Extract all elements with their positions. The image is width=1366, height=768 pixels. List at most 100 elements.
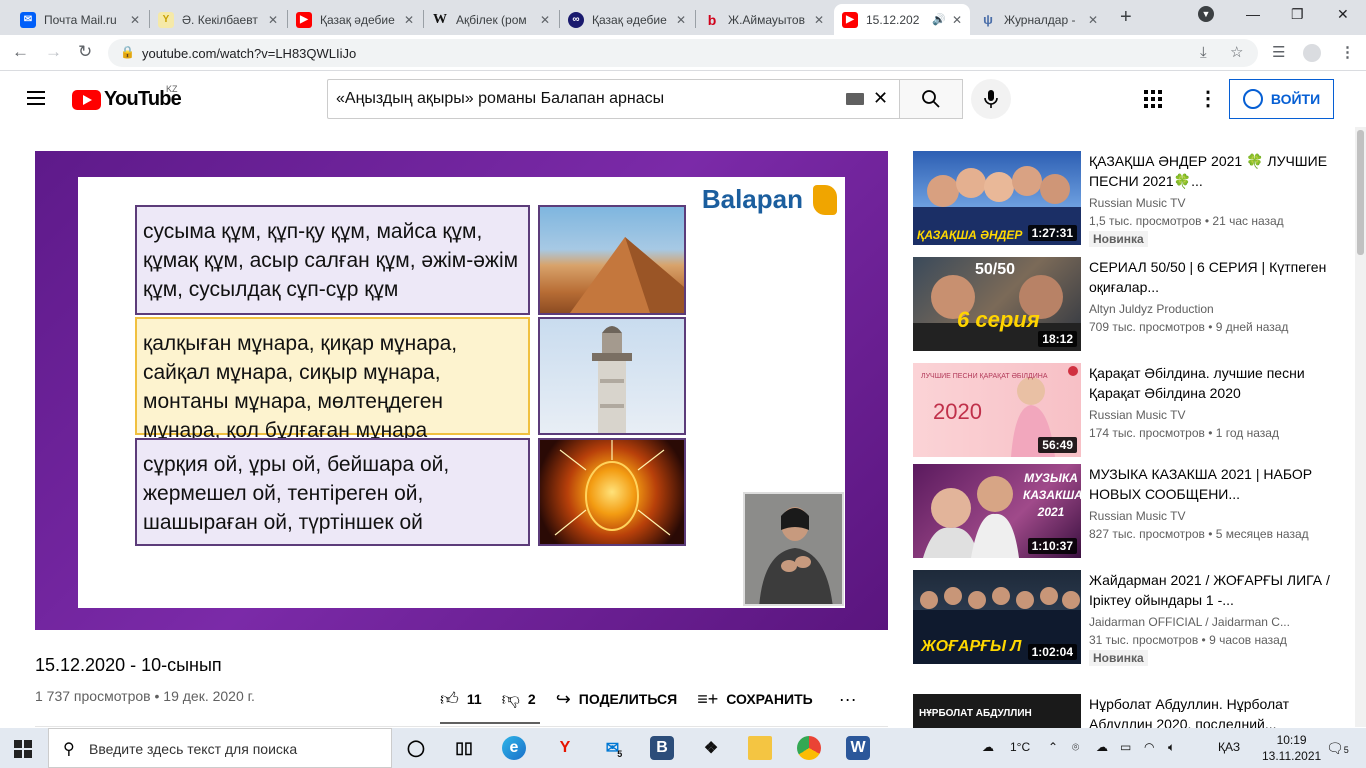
browser-tab[interactable]: ∞ Қазақ әдебие ✕ — [560, 4, 694, 35]
recommended-video[interactable]: 50/50 6 серия 18:12 СЕРИАЛ 50/50 | 6 СЕР… — [913, 257, 1353, 353]
cortana-icon[interactable]: ◯ — [404, 736, 428, 760]
battery-icon[interactable]: ▭ — [1120, 740, 1131, 754]
mail-app-icon[interactable]: ✉ 5 — [602, 736, 626, 760]
system-clock[interactable]: 10:19 13.11.2021 — [1262, 732, 1321, 764]
more-actions-button[interactable]: ··· — [839, 689, 865, 710]
edge-icon[interactable]: e — [502, 736, 526, 760]
close-icon[interactable]: ✕ — [268, 13, 278, 27]
recommended-video-title[interactable]: СЕРИАЛ 50/50 | 6 СЕРИЯ | Күтпеген оқиғал… — [1089, 257, 1349, 297]
save-button[interactable]: ≡+ СОХРАНИТЬ — [697, 689, 812, 710]
close-icon[interactable]: ✕ — [130, 13, 140, 27]
recommended-video-title[interactable]: Жайдарман 2021 / ЖОҒАРҒЫ ЛИГА / Іріктеу … — [1089, 570, 1349, 610]
slide-text-box: сұрқия ой, ұры ой, бейшара ой, жермешел … — [135, 438, 530, 546]
new-badge: Новинка — [1089, 231, 1148, 247]
language-indicator[interactable]: ҚАЗ — [1218, 740, 1240, 754]
chrome-icon[interactable] — [797, 736, 821, 760]
forward-icon[interactable]: → — [45, 42, 62, 62]
video-thumbnail[interactable]: ҚАЗАҚША ӘНДЕР 1:27:31 — [913, 151, 1081, 245]
recommended-video[interactable]: НҰРБОЛАТ АБДУЛЛИН Нұрболат Абдуллин. Нұр… — [913, 694, 1353, 728]
recommended-video-title[interactable]: ҚАЗАҚША ӘНДЕР 2021 🍀 ЛУЧШИЕ ПЕСНИ 2021🍀.… — [1089, 151, 1349, 191]
recommended-video[interactable]: ҚАЗАҚША ӘНДЕР 1:27:31 ҚАЗАҚША ӘНДЕР 2021… — [913, 151, 1353, 247]
meet-now-icon[interactable]: ⌾ — [1072, 740, 1079, 755]
search-button[interactable] — [899, 79, 963, 119]
clear-search-icon[interactable]: ✕ — [873, 88, 888, 109]
recommended-video[interactable]: МУЗЫКА КАЗАКША 2021 1:10:37 МУЗЫКА КАЗАК… — [913, 464, 1353, 560]
browser-tab[interactable]: ψ Журналдар - ✕ — [972, 4, 1106, 35]
close-icon[interactable]: ✕ — [1088, 13, 1098, 27]
video-player[interactable]: Balapan сусыма құм, құп-қу құм, майса құ… — [35, 151, 888, 630]
new-tab-icon[interactable]: + — [1120, 6, 1132, 29]
youtube-logo[interactable]: YouTube KZ — [72, 84, 182, 111]
windows-start-icon[interactable] — [14, 740, 32, 758]
settings-more-icon[interactable]: ⋮ — [1198, 86, 1218, 111]
close-icon[interactable]: ✕ — [952, 13, 962, 27]
site-favicon-icon: ∞ — [568, 11, 584, 28]
browser-tab[interactable]: Y Ә. Кекілбаевт ✕ — [150, 4, 286, 35]
video-thumbnail[interactable]: НҰРБОЛАТ АБДУЛЛИН — [913, 694, 1081, 728]
close-icon[interactable]: ✕ — [404, 13, 414, 27]
taskbar-search[interactable]: ⚲ Введите здесь текст для поиска — [48, 728, 392, 768]
yandex-browser-icon[interactable]: Y — [553, 736, 577, 760]
share-button[interactable]: ↪ ПОДЕЛИТЬСЯ — [556, 689, 678, 710]
back-icon[interactable]: ← — [12, 42, 29, 62]
channel-name[interactable]: Jaidarman OFFICIAL / Jaidarman C... — [1089, 613, 1349, 631]
channel-name[interactable]: Russian Music TV — [1089, 406, 1349, 424]
dropbox-icon[interactable]: ❖ — [699, 736, 723, 760]
video-thumbnail[interactable]: МУЗЫКА КАЗАКША 2021 1:10:37 — [913, 464, 1081, 558]
video-thumbnail[interactable]: 50/50 6 серия 18:12 — [913, 257, 1081, 351]
menu-icon[interactable] — [27, 91, 45, 105]
volume-icon[interactable]: 🔈︎ — [1168, 740, 1175, 755]
address-bar[interactable]: 🔒 youtube.com/watch?v=LH83QWLIiJo ⤓ ☆ — [108, 39, 1258, 67]
tab-search-icon[interactable]: ▼ — [1198, 6, 1214, 22]
video-thumbnail[interactable]: ЖОҒАРҒЫ Л 1:02:04 — [913, 570, 1081, 664]
channel-name[interactable]: Altyn Juldyz Production — [1089, 300, 1349, 318]
recommended-video-title[interactable]: МУЗЫКА КАЗАКША 2021 | НАБОР НОВЫХ СООБЩЕ… — [1089, 464, 1349, 504]
file-explorer-icon[interactable] — [748, 736, 772, 760]
search-input[interactable] — [336, 88, 836, 110]
reading-list-icon[interactable]: ☰ — [1272, 43, 1285, 61]
channel-name[interactable]: Russian Music TV — [1089, 507, 1349, 525]
sign-in-button[interactable]: ВОЙТИ — [1229, 79, 1334, 119]
channel-name[interactable]: Russian Music TV — [1089, 194, 1349, 212]
browser-tab[interactable]: ▶ Қазақ әдебие ✕ — [288, 4, 422, 35]
bookmark-star-icon[interactable]: ☆ — [1230, 43, 1243, 61]
reload-icon[interactable]: ↻ — [78, 42, 92, 62]
recommended-video[interactable]: ЛУЧШИЕ ПЕСНИ ҚАРАҚАТ ӘБІЛДИНА 2020 56:49… — [913, 363, 1353, 459]
close-icon[interactable]: ✕ — [814, 13, 824, 27]
video-thumbnail[interactable]: ЛУЧШИЕ ПЕСНИ ҚАРАҚАТ ӘБІЛДИНА 2020 56:49 — [913, 363, 1081, 457]
weather-icon[interactable]: ☁ — [982, 740, 994, 754]
like-button[interactable]: 👍︎ 11 — [440, 688, 482, 710]
word-icon[interactable]: W — [846, 736, 870, 760]
close-icon[interactable]: ✕ — [676, 13, 686, 27]
recommended-video[interactable]: ЖОҒАРҒЫ Л 1:02:04 Жайдарман 2021 / ЖОҒАР… — [913, 570, 1353, 666]
recommended-video-title[interactable]: Нұрболат Абдуллин. Нұрболат Абдуллин 202… — [1089, 694, 1349, 728]
close-window-icon[interactable]: ✕ — [1337, 6, 1349, 23]
browser-tab[interactable]: W Ақбілек (ром ✕ — [424, 4, 558, 35]
vk-icon[interactable]: В — [650, 736, 674, 760]
thumbnail-caption: ҚАЗАҚША ӘНДЕР — [917, 228, 1023, 242]
browser-tab[interactable]: b Ж.Аймауытов ✕ — [696, 4, 832, 35]
browser-tab-active[interactable]: ▶ 15.12.202 🔊 ✕ — [834, 4, 970, 35]
browser-menu-icon[interactable]: ⋮ — [1340, 43, 1355, 61]
slide-text-box: сусыма құм, құп-қу құм, майса құм, құмақ… — [135, 205, 530, 315]
minimize-icon[interactable]: — — [1246, 6, 1260, 22]
task-view-icon[interactable]: ▯▯ — [452, 736, 476, 760]
maximize-icon[interactable]: ❐ — [1291, 6, 1304, 23]
recommended-video-title[interactable]: Қарақат Әбілдина. лучшие песни Қарақат Ә… — [1089, 363, 1349, 403]
wifi-icon[interactable]: ◠ — [1144, 740, 1154, 754]
voice-search-button[interactable] — [971, 79, 1011, 119]
show-hidden-icons-icon[interactable]: ⌃ — [1048, 740, 1058, 754]
keyboard-icon[interactable] — [846, 93, 864, 105]
close-icon[interactable]: ✕ — [540, 13, 550, 27]
scrollbar-thumb[interactable] — [1357, 130, 1364, 255]
notifications-icon[interactable]: 🗨︎5 — [1326, 740, 1349, 757]
search-icon: ⚲ — [63, 741, 75, 758]
dislike-button[interactable]: 👎︎ 2 — [502, 688, 536, 710]
youtube-favicon-icon: ▶ — [296, 11, 312, 28]
onedrive-icon[interactable]: ☁ — [1096, 740, 1108, 754]
profile-icon[interactable] — [1303, 44, 1321, 62]
speaker-icon[interactable]: 🔊 — [932, 13, 946, 26]
apps-grid-icon[interactable] — [1144, 90, 1162, 108]
install-icon[interactable]: ⤓ — [1200, 44, 1207, 61]
browser-tab[interactable]: ✉ Почта Mail.ru ✕ — [12, 4, 148, 35]
